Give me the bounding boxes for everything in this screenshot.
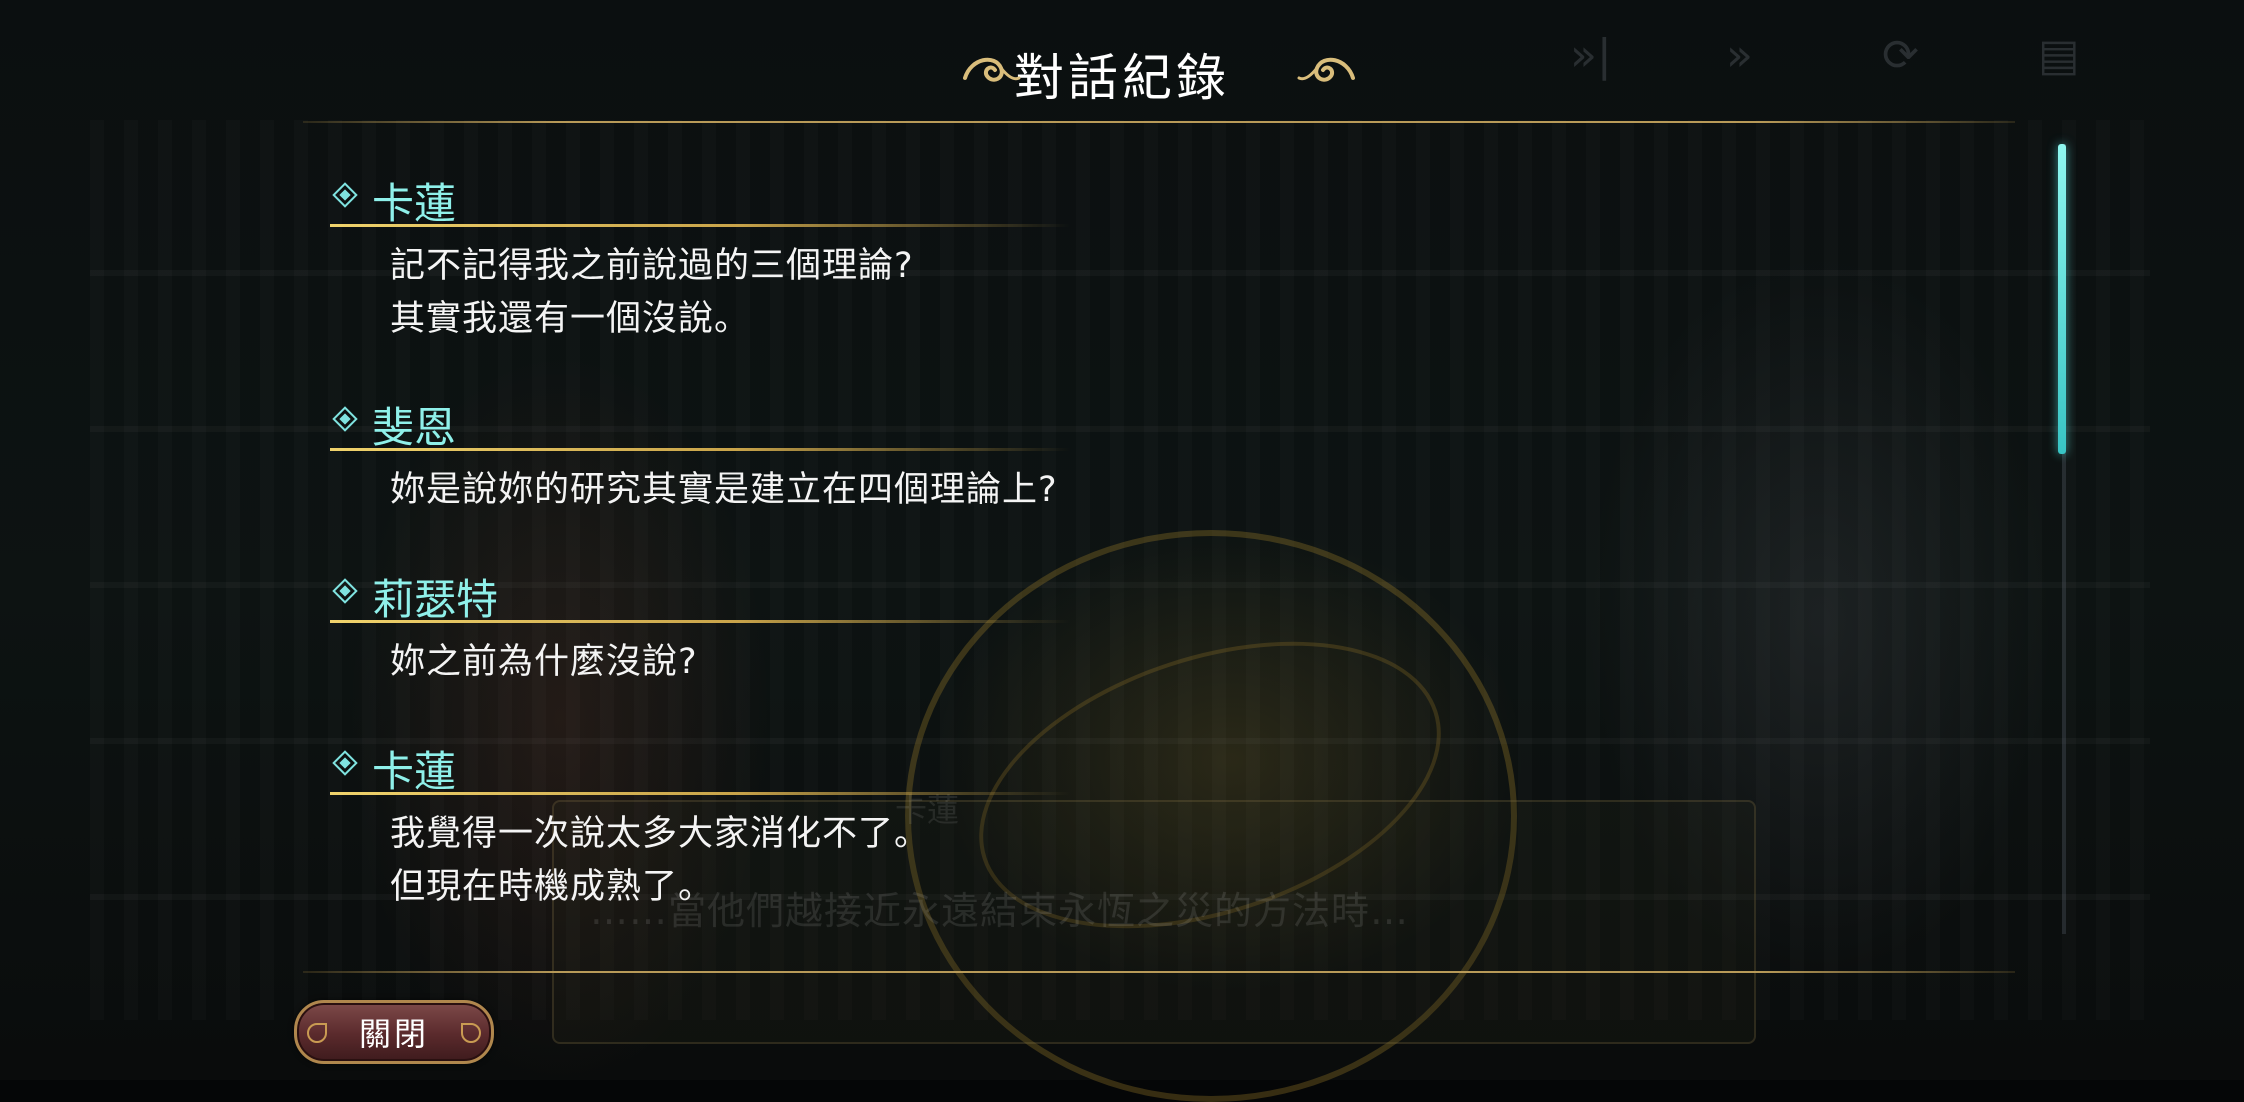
page-title: 對話紀錄 xyxy=(1014,49,1230,107)
diamond-bullet-icon xyxy=(332,578,358,604)
speaker-underline xyxy=(330,792,1070,795)
dialog-log-list[interactable]: 卡蓮 記不記得我之前說過的三個理論? 其實我還有一個沒說。 斐恩 妳是說妳的研究… xyxy=(330,160,2030,928)
swirl-ornament-icon xyxy=(1297,57,1355,82)
swirl-ornament-icon xyxy=(963,57,1021,82)
speaker-row: 卡蓮 xyxy=(330,728,2030,796)
diamond-bullet-icon xyxy=(332,182,358,208)
speaker-name: 卡蓮 xyxy=(372,179,457,228)
ornament-icon xyxy=(461,1023,481,1043)
diamond-bullet-icon xyxy=(332,406,358,432)
scrollbar-thumb[interactable] xyxy=(2058,144,2066,454)
speaker-name: 卡蓮 xyxy=(372,747,457,796)
log-entry: 莉瑟特 妳之前為什麼沒說? xyxy=(330,556,2030,728)
diamond-bullet-icon xyxy=(332,750,358,776)
header-divider xyxy=(303,121,2015,123)
speaker-name: 斐恩 xyxy=(372,403,457,452)
speaker-row: 斐恩 xyxy=(330,384,2030,452)
dialog-line: 但現在時機成熟了。 xyxy=(390,867,715,907)
speaker-row: 卡蓮 xyxy=(330,160,2030,228)
log-entry: 卡蓮 記不記得我之前說過的三個理論? 其實我還有一個沒說。 xyxy=(330,160,2030,384)
close-button-label: 關閉 xyxy=(358,1015,429,1053)
close-button[interactable]: 關閉 xyxy=(294,1000,494,1064)
speaker-underline xyxy=(330,620,1070,623)
log-header: 對話紀錄 xyxy=(0,38,2244,110)
log-entry: 卡蓮 我覺得一次說太多大家消化不了。 但現在時機成熟了。 xyxy=(330,728,2030,928)
log-entry: 斐恩 妳是說妳的研究其實是建立在四個理論上? xyxy=(330,384,2030,556)
dialog-line: 妳是說妳的研究其實是建立在四個理論上? xyxy=(390,470,1058,510)
dialog-line: 妳之前為什麼沒說? xyxy=(390,642,698,682)
speaker-row: 莉瑟特 xyxy=(330,556,2030,624)
dialog-line: 我覺得一次說太多大家消化不了。 xyxy=(390,814,931,854)
dialog-line: 記不記得我之前說過的三個理論? xyxy=(390,246,914,286)
ornament-icon xyxy=(307,1023,327,1043)
dialog-line: 其實我還有一個沒說。 xyxy=(390,299,751,339)
speaker-underline xyxy=(330,224,1070,227)
footer-divider xyxy=(303,971,2015,973)
speaker-underline xyxy=(330,448,1070,451)
speaker-name: 莉瑟特 xyxy=(372,575,499,624)
